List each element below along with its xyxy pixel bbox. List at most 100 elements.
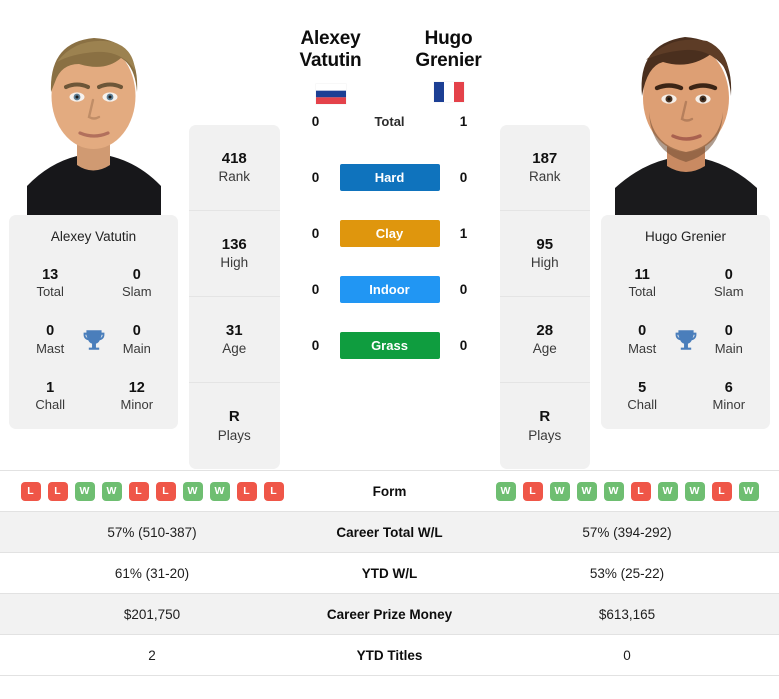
right-total-value: 11 xyxy=(634,267,650,283)
h2h-grass-badge[interactable]: Grass xyxy=(339,332,440,360)
left-player-name-line2: Vatutin xyxy=(299,50,362,72)
table-row-career-prize-money: $201,750 Career Prize Money $613,165 xyxy=(0,594,779,635)
right-minor-titles: 6 Minor xyxy=(700,379,758,413)
right-player-name: Hugo Grenier xyxy=(644,229,727,244)
left-title-stats: 13 Total 0 Slam 0 Mast 0 Main 1 Chall 12… xyxy=(17,266,170,413)
form-badge-l: L xyxy=(263,481,284,501)
row-label-career-prize-money: Career Prize Money xyxy=(326,606,453,622)
left-total-value: 13 xyxy=(42,267,59,283)
comparison-stats-table: LLWWLLWWLL Form WLWWWLWWLW 57% (510-387)… xyxy=(0,470,779,676)
trophy-icon-left-wrap xyxy=(79,327,107,353)
h2h-row-grass: 0 Grass 0 xyxy=(305,332,475,360)
left-career-prize: $201,750 xyxy=(123,606,181,622)
left-slam-value: 0 xyxy=(132,267,141,283)
right-slam-titles: 0 Slam xyxy=(700,266,758,300)
left-player-name-line1: Alexey xyxy=(300,28,361,49)
left-chall-titles: 1 Chall xyxy=(21,379,79,413)
right-rank-value: 187 xyxy=(532,149,558,167)
left-rank-value: 418 xyxy=(221,149,247,167)
right-ytd-wl: 53% (25-22) xyxy=(589,565,665,581)
left-player-photo xyxy=(9,0,178,215)
left-name-block: Alexey Vatutin xyxy=(272,28,390,104)
form-badge-w: W xyxy=(576,481,597,501)
form-badge-w: W xyxy=(209,481,230,501)
right-mast-label: Mast xyxy=(628,340,657,356)
left-form-cell: LLWWLLWWLL xyxy=(0,481,304,501)
h2h-hard-badge[interactable]: Hard xyxy=(339,164,440,192)
left-total-label: Total xyxy=(36,284,64,300)
left-age-label: Age xyxy=(222,341,247,357)
left-player-profile-card: Alexey Vatutin 13 Total 0 Slam 0 Mast 0 … xyxy=(9,215,178,430)
flag-russia-icon xyxy=(315,83,346,104)
left-plays-cell: R Plays xyxy=(189,383,280,469)
form-badge-l: L xyxy=(236,481,257,501)
h2h-hard-right-score: 0 xyxy=(459,170,468,186)
left-rank-card: 418 Rank 136 High 31 Age R Plays xyxy=(189,125,280,469)
player-names-row: Alexey Vatutin Hugo Grenier xyxy=(280,0,500,104)
player-comparison-page: Alexey Vatutin 13 Total 0 Slam 0 Mast 0 … xyxy=(0,0,779,699)
left-high-label: High xyxy=(220,255,249,271)
form-badge-w: W xyxy=(657,481,678,501)
right-form-cell: WLWWWLWWLW xyxy=(475,481,779,501)
flag-france-icon xyxy=(433,81,464,102)
form-badge-w: W xyxy=(738,481,759,501)
h2h-grass-left-score: 0 xyxy=(311,338,320,354)
right-rank-cell: 187 Rank xyxy=(499,125,590,211)
h2h-clay-left-score: 0 xyxy=(311,226,320,242)
right-high-label: High xyxy=(530,255,559,271)
trophy-icon xyxy=(675,329,696,350)
row-label-ytd-wl: YTD W/L xyxy=(361,565,418,581)
form-badge-l: L xyxy=(522,481,543,501)
left-chall-minor-row: 1 Chall 12 Minor xyxy=(17,379,170,413)
left-career-wl: 57% (510-387) xyxy=(107,524,197,540)
table-row-ytd-wl: 61% (31-20) YTD W/L 53% (25-22) xyxy=(0,553,779,594)
head-to-head-panel: 0 Total 1 0 Hard 0 0 Clay 1 0 Indoor 0 0… xyxy=(305,108,475,360)
right-chall-titles: 5 Chall xyxy=(613,379,671,413)
right-high-value: 95 xyxy=(536,235,554,253)
right-name-block: Hugo Grenier xyxy=(390,28,508,102)
left-minor-titles: 12 Minor xyxy=(108,379,166,413)
comparison-header: Alexey Vatutin 13 Total 0 Slam 0 Mast 0 … xyxy=(0,0,779,470)
right-mast-titles: 0 Mast xyxy=(613,322,671,356)
right-ytd-titles: 0 xyxy=(623,647,631,663)
right-mast-main-row: 0 Mast 0 Main xyxy=(609,322,762,356)
h2h-total-label: Total xyxy=(374,114,405,130)
left-main-label: Main xyxy=(122,340,151,356)
form-badge-l: L xyxy=(630,481,651,501)
left-slam-titles: 0 Slam xyxy=(108,266,166,300)
right-title-stats: 11 Total 0 Slam 0 Mast 0 Main 5 Chall 6 … xyxy=(609,266,762,413)
h2h-indoor-badge[interactable]: Indoor xyxy=(339,276,440,304)
form-badge-w: W xyxy=(549,481,570,501)
form-badge-w: W xyxy=(74,481,95,501)
trophy-icon xyxy=(83,329,104,350)
right-chall-value: 5 xyxy=(638,379,647,396)
right-main-value: 0 xyxy=(724,323,733,340)
left-plays-value: R xyxy=(228,408,240,426)
form-badge-w: W xyxy=(495,481,516,501)
right-player-name-line1: Hugo Grenier xyxy=(415,28,482,72)
left-plays-label: Plays xyxy=(217,427,251,443)
left-mast-main-row: 0 Mast 0 Main xyxy=(17,322,170,356)
right-career-wl: 57% (394-292) xyxy=(582,524,672,540)
left-high-value: 136 xyxy=(221,235,247,253)
form-badge-w: W xyxy=(603,481,624,501)
h2h-clay-badge[interactable]: Clay xyxy=(339,220,440,248)
table-row-career-total-wl: 57% (510-387) Career Total W/L 57% (394-… xyxy=(0,512,779,553)
left-high-cell: 136 High xyxy=(189,211,280,297)
right-rank-label: Rank xyxy=(528,169,561,185)
right-rank-card: 187 Rank 95 High 28 Age R Plays xyxy=(499,125,591,469)
right-plays-cell: R Plays xyxy=(500,383,591,469)
right-age-cell: 28 Age xyxy=(499,297,590,383)
left-age-value: 31 xyxy=(225,321,243,339)
left-mast-value: 0 xyxy=(46,323,55,340)
left-mast-titles: 0 Mast xyxy=(21,322,79,356)
left-age-cell: 31 Age xyxy=(189,297,280,383)
right-total-slam-row: 11 Total 0 Slam xyxy=(609,266,762,300)
left-rank-label: Rank xyxy=(218,169,250,185)
h2h-indoor-right-score: 0 xyxy=(459,282,468,298)
left-ytd-wl: 61% (31-20) xyxy=(114,565,190,581)
left-player-name: Alexey Vatutin xyxy=(50,229,137,244)
right-total-titles: 11 Total xyxy=(613,266,671,300)
right-slam-label: Slam xyxy=(714,284,744,300)
left-chall-label: Chall xyxy=(35,396,65,412)
